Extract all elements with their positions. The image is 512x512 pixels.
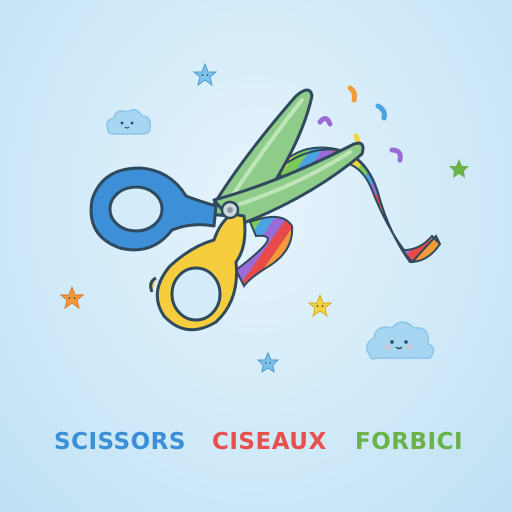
- cloud-icon: [366, 321, 435, 360]
- word-french: CISEAUX: [212, 429, 327, 455]
- star-icon: [449, 159, 469, 178]
- star-icon: [307, 293, 333, 318]
- word-english: SCISSORS: [54, 429, 186, 455]
- star-icon: [192, 62, 218, 87]
- cloud-icon: [106, 109, 152, 135]
- star-icon: [256, 351, 280, 374]
- star-icon: [59, 285, 85, 310]
- word-italian: FORBICI: [355, 429, 463, 455]
